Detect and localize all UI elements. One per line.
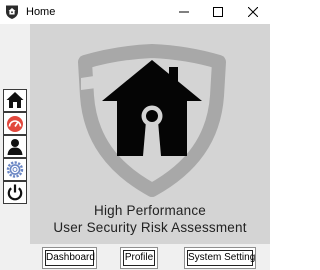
- close-icon: [248, 7, 258, 17]
- hero-title-line2: User Security Risk Assessment: [53, 220, 247, 235]
- dashboard-button[interactable]: Dashboard: [42, 247, 97, 269]
- power-icon: [7, 184, 23, 201]
- shield-house-lock-icon: [78, 44, 226, 197]
- minimize-button[interactable]: [167, 0, 201, 24]
- maximize-button[interactable]: [201, 0, 235, 24]
- hero-content: High Performance User Security Risk Asse…: [30, 24, 270, 244]
- bottom-button-bar: Dashboard Profile System Setting: [0, 246, 270, 270]
- shield-app-icon: [5, 4, 19, 20]
- maximize-icon: [213, 7, 223, 17]
- user-icon: [7, 139, 23, 155]
- sidebar-item-home[interactable]: [3, 89, 27, 112]
- sidebar-item-power[interactable]: [3, 181, 27, 204]
- title-bar: Home: [0, 0, 270, 24]
- gear-icon: [6, 161, 24, 178]
- system-setting-button-label: System Setting: [187, 250, 255, 266]
- gauge-icon: [7, 116, 23, 132]
- close-button[interactable]: [236, 0, 270, 24]
- hero-title-line1: High Performance: [94, 203, 206, 218]
- client-area: High Performance User Security Risk Asse…: [0, 24, 270, 270]
- sidebar-item-settings[interactable]: [3, 158, 27, 181]
- home-icon: [6, 92, 24, 108]
- profile-button[interactable]: Profile: [120, 247, 158, 269]
- minimize-icon: [179, 11, 189, 13]
- profile-button-label: Profile: [123, 250, 155, 266]
- system-setting-button[interactable]: System Setting: [184, 247, 256, 269]
- sidebar-item-dashboard[interactable]: [3, 112, 27, 135]
- window-title: Home: [26, 6, 56, 18]
- dashboard-button-label: Dashboard: [45, 250, 95, 266]
- sidebar-item-profile[interactable]: [3, 135, 27, 158]
